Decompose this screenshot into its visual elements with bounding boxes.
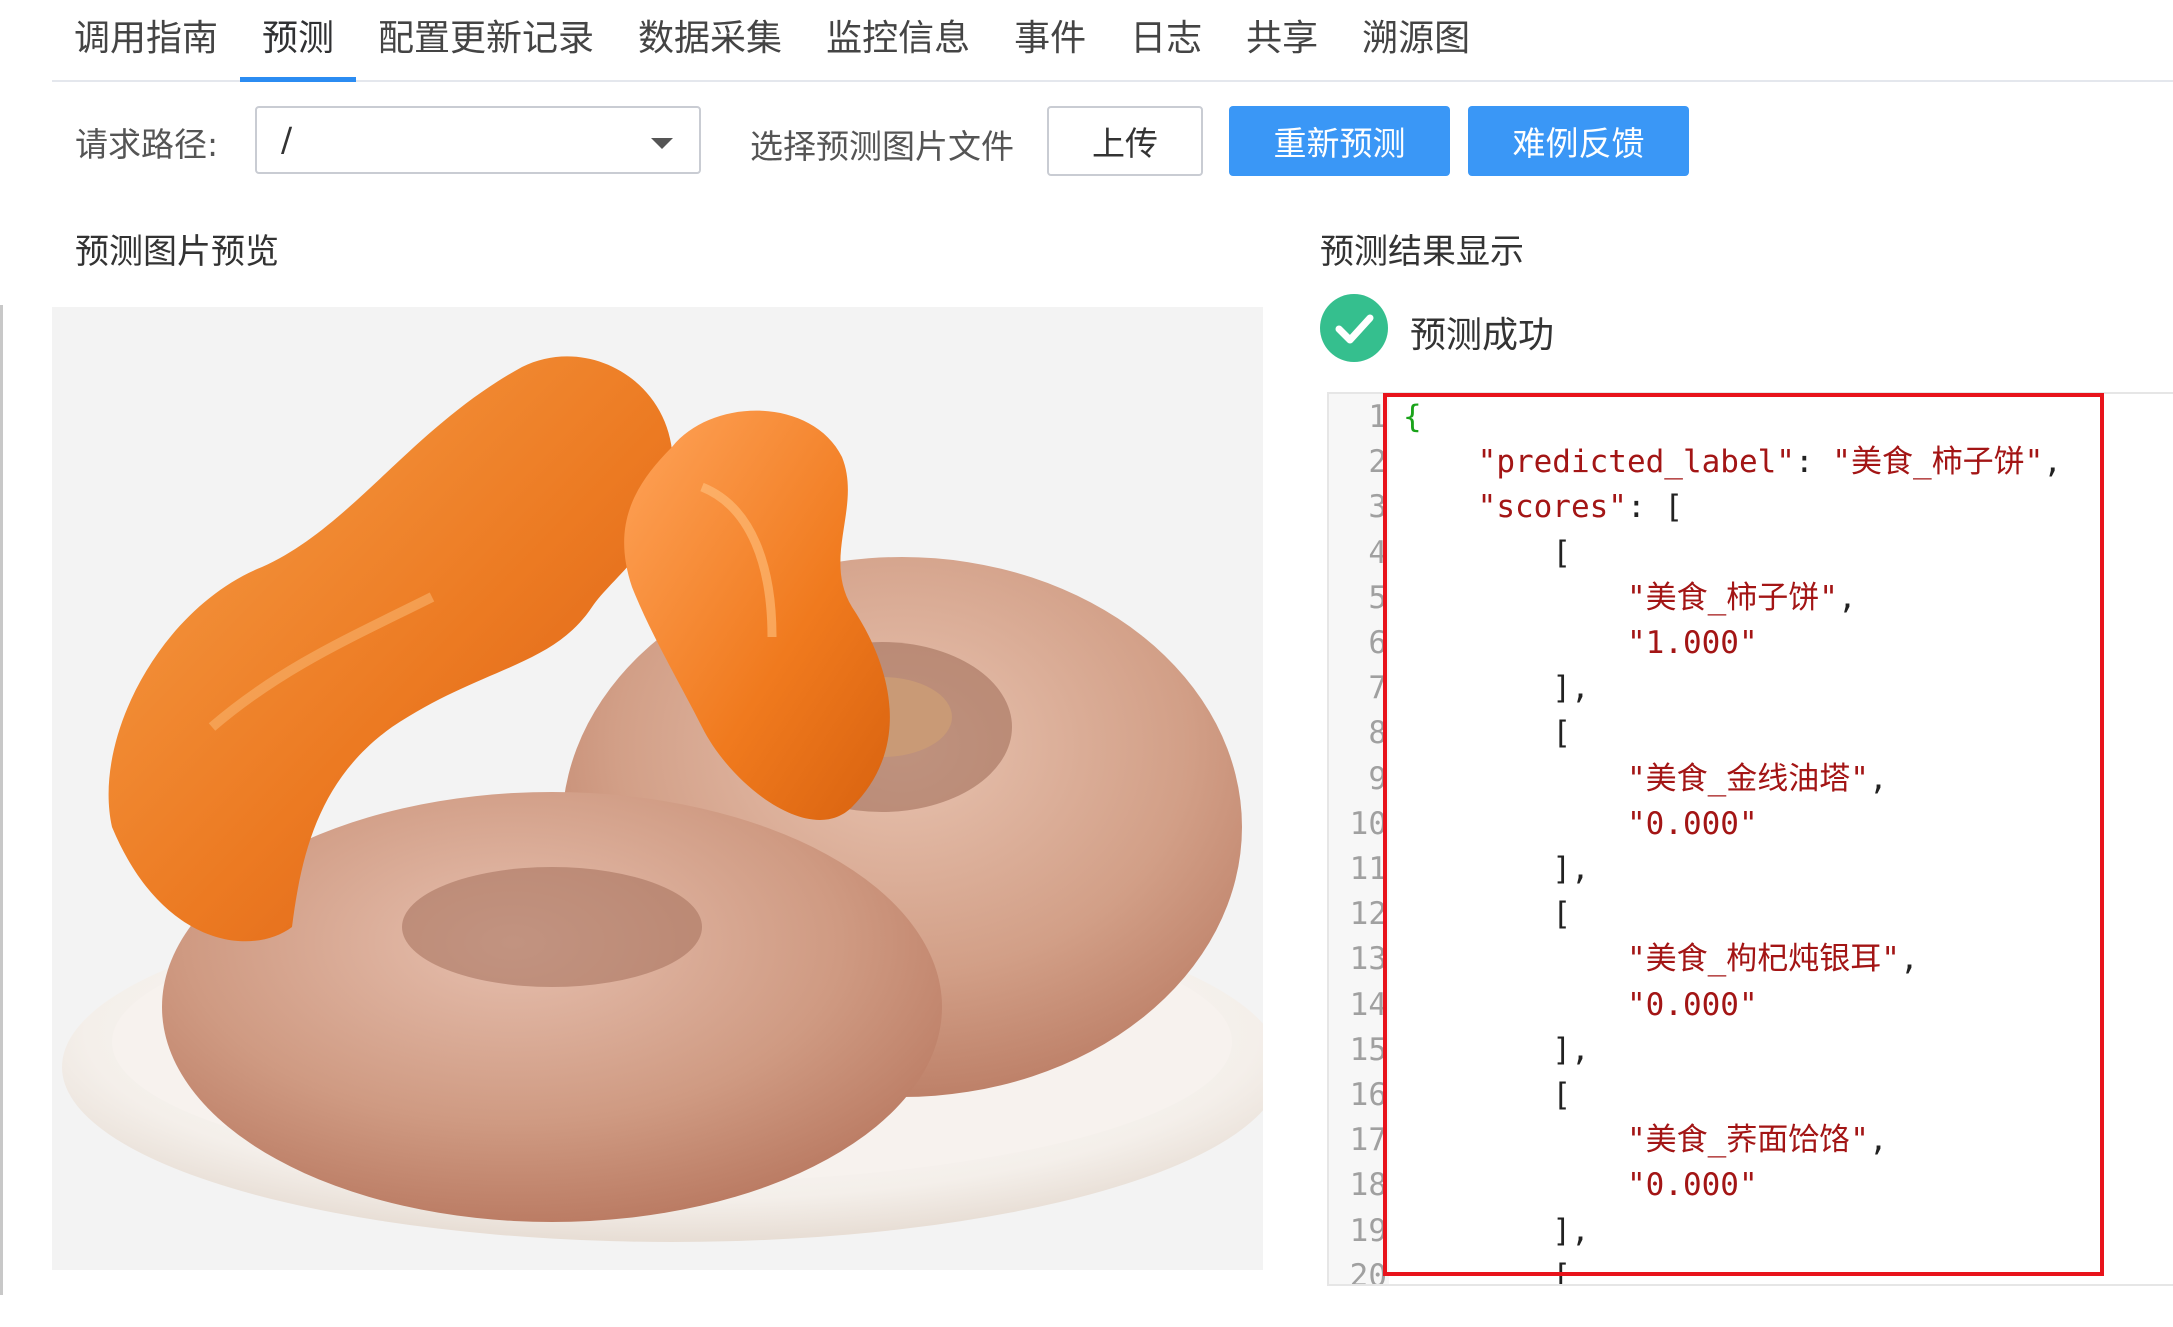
hard-case-feedback-button[interactable]: 难例反馈 bbox=[1468, 106, 1689, 176]
code-text: "美食_枸杞炖银耳", bbox=[1626, 941, 1919, 977]
tab-6[interactable]: 日志 bbox=[1108, 0, 1224, 80]
request-path-select[interactable]: / bbox=[255, 106, 701, 174]
line-number: 19 bbox=[1349, 1213, 1387, 1249]
code-text: [ bbox=[1552, 535, 1571, 571]
line-number: 10 bbox=[1349, 806, 1387, 842]
choose-file-label[interactable]: 选择预测图片文件 bbox=[750, 120, 1014, 168]
code-text: ], bbox=[1552, 1213, 1590, 1249]
chevron-down-icon[interactable] bbox=[651, 138, 673, 149]
line-number: 6 bbox=[1368, 625, 1387, 661]
line-number: 14 bbox=[1349, 987, 1387, 1023]
repredict-button[interactable]: 重新预测 bbox=[1229, 106, 1450, 176]
code-text: ], bbox=[1552, 1032, 1590, 1068]
prediction-status-text: 预测成功 bbox=[1410, 315, 1555, 356]
tab-1[interactable]: 预测 bbox=[240, 0, 357, 82]
line-number: 15 bbox=[1349, 1032, 1387, 1068]
line-number: 5 bbox=[1368, 580, 1387, 616]
code-text: [ bbox=[1552, 896, 1571, 932]
code-text: "predicted_label": "美食_柿子饼", bbox=[1477, 444, 2062, 480]
code-text: "1.000" bbox=[1626, 625, 1758, 661]
code-text: ], bbox=[1552, 670, 1590, 706]
tab-bar: 调用指南 预测 配置更新记录 数据采集 监控信息 事件 日志 共享 溯源图 bbox=[52, 0, 2173, 82]
code-text: [ bbox=[1552, 1258, 1571, 1286]
code-text: [ bbox=[1552, 715, 1571, 751]
line-number: 11 bbox=[1349, 851, 1387, 887]
code-text: { bbox=[1403, 399, 1422, 435]
code-text: "0.000" bbox=[1626, 1167, 1758, 1203]
line-number: 17 bbox=[1349, 1122, 1387, 1158]
line-number: 12 bbox=[1349, 896, 1387, 932]
prediction-json-viewer[interactable]: 1 {2 "predicted_label": "美食_柿子饼", 3 "score… bbox=[1327, 392, 2173, 1286]
code-text: "scores": [ bbox=[1477, 489, 1683, 525]
request-path-label: 请求路径: bbox=[75, 125, 219, 164]
line-number: 8 bbox=[1368, 715, 1387, 751]
tab-3[interactable]: 数据采集 bbox=[616, 0, 804, 80]
code-text: ], bbox=[1552, 851, 1590, 887]
tab-5[interactable]: 事件 bbox=[992, 0, 1108, 80]
line-number: 16 bbox=[1349, 1077, 1387, 1113]
line-number: 20 bbox=[1349, 1258, 1387, 1286]
code-text: "0.000" bbox=[1626, 806, 1758, 842]
line-number: 2 bbox=[1368, 444, 1387, 480]
line-number: 9 bbox=[1368, 761, 1387, 797]
code-text: "0.000" bbox=[1626, 987, 1758, 1023]
code-text: "美食_荞面饸饹", bbox=[1626, 1122, 1888, 1158]
success-check-icon bbox=[1320, 294, 1388, 362]
tab-list: 调用指南 预测 配置更新记录 数据采集 监控信息 事件 日志 共享 溯源图 bbox=[52, 0, 2173, 82]
line-number: 7 bbox=[1368, 670, 1387, 706]
line-number: 1 bbox=[1368, 399, 1387, 435]
line-number: 4 bbox=[1368, 535, 1387, 571]
request-path-value: / bbox=[281, 120, 293, 159]
code-text: "美食_金线油塔", bbox=[1626, 761, 1888, 797]
code-text: "美食_柿子饼", bbox=[1626, 580, 1857, 616]
tab-4[interactable]: 监控信息 bbox=[804, 0, 992, 80]
preview-heading: 预测图片预览 bbox=[75, 232, 279, 272]
line-number: 13 bbox=[1349, 941, 1387, 977]
line-number: 18 bbox=[1349, 1167, 1387, 1203]
code-text: [ bbox=[1552, 1077, 1571, 1113]
panel-divider bbox=[0, 305, 3, 1295]
tab-2[interactable]: 配置更新记录 bbox=[356, 0, 616, 80]
tab-8[interactable]: 溯源图 bbox=[1340, 0, 1492, 80]
tab-0[interactable]: 调用指南 bbox=[52, 0, 240, 80]
line-number: 3 bbox=[1368, 489, 1387, 525]
prediction-image-preview bbox=[52, 307, 1263, 1270]
tab-7[interactable]: 共享 bbox=[1224, 0, 1340, 80]
persimmon-image bbox=[52, 307, 1263, 1270]
result-heading: 预测结果显示 bbox=[1320, 232, 1524, 272]
upload-button[interactable]: 上传 bbox=[1047, 106, 1203, 176]
